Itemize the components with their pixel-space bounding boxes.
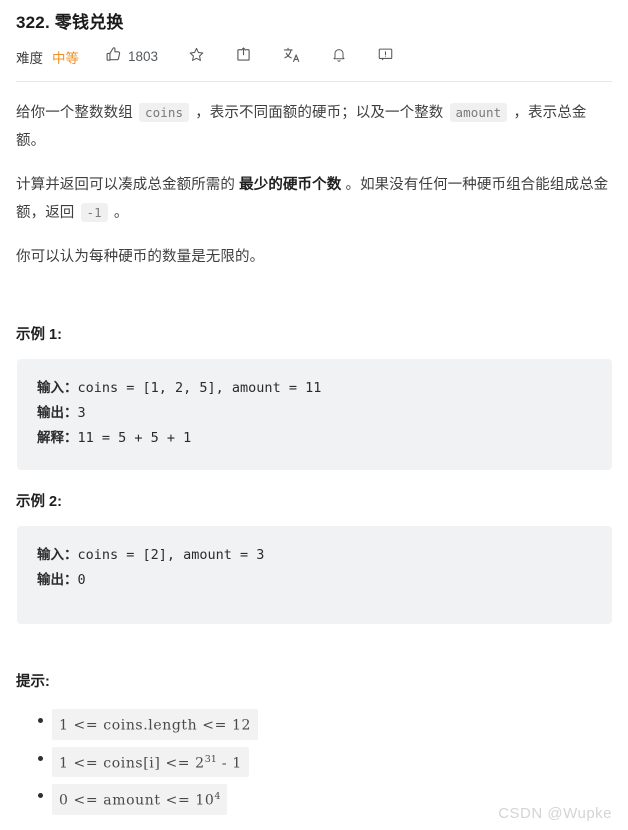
- constraints-list: 1 <= coins.length <= 12 1 <= coins[i] <=…: [16, 709, 612, 815]
- difficulty-value[interactable]: 中等: [52, 47, 79, 67]
- share-icon: [235, 46, 252, 68]
- constraint-1-base: 1 <= coins[i] <= 2: [59, 755, 205, 772]
- translate-icon: [282, 46, 301, 69]
- constraint-0: 1 <= coins.length <= 12: [52, 709, 259, 740]
- star-icon: [188, 46, 205, 68]
- problem-content: 给你一个整数数组 coins ，表示不同面额的硬币；以及一个整数 amount …: [16, 82, 612, 815]
- desc-p1-text-a: 给你一个整数数组: [16, 105, 137, 121]
- thumbs-up-icon: [105, 46, 122, 68]
- constraint-1-tail: - 1: [216, 755, 242, 772]
- hints-section: 提示: 1 <= coins.length <= 12 1 <= coins[i…: [16, 672, 612, 815]
- constraint-2-base: 0 <= amount <= 10: [59, 792, 215, 809]
- example-2-line-0-value: coins = [2], amount = 3: [77, 547, 265, 563]
- list-item: 1 <= coins.length <= 12: [38, 709, 612, 740]
- desc-p1-text-b: ，表示不同面额的硬币；以及一个整数: [191, 105, 448, 121]
- hints-heading: 提示:: [16, 674, 50, 690]
- difficulty-label: 难度: [16, 51, 43, 66]
- feedback-icon: [377, 46, 394, 68]
- feedback-button[interactable]: [377, 44, 394, 70]
- example-1-line-0-label: 输入：: [37, 380, 78, 396]
- desc-p2-text-c: 。: [109, 205, 129, 221]
- inline-code-amount: amount: [449, 103, 508, 122]
- constraint-1-sup: 31: [204, 753, 217, 765]
- example-1-section: 示例 1: 输入：coins = [1, 2, 5], amount = 11 …: [16, 325, 612, 470]
- problem-page: 322. 零钱兑换 难度 中等 1803 给你一个整数数组 coins ，表示不…: [0, 0, 628, 830]
- description-paragraph-2: 计算并返回可以凑成总金额所需的 最少的硬币个数 。如果没有任何一种硬币组合能组成…: [16, 171, 612, 227]
- example-2-line-0-label: 输入：: [37, 547, 78, 563]
- watermark: CSDN @Wupke: [498, 805, 612, 822]
- subscribe-button[interactable]: [331, 44, 347, 70]
- example-1-line-2-label: 解释：: [37, 430, 78, 446]
- list-item: 1 <= coins[i] <= 231 - 1: [38, 746, 612, 778]
- constraint-1: 1 <= coins[i] <= 231 - 1: [52, 746, 249, 778]
- example-2-heading: 示例 2:: [16, 494, 62, 510]
- example-2-line-1-label: 输出：: [37, 572, 78, 588]
- example-2-section: 示例 2: 输入：coins = [2], amount = 3 输出：0: [16, 492, 612, 624]
- constraint-2: 0 <= amount <= 104: [52, 784, 228, 815]
- description-paragraph-3: 你可以认为每种硬币的数量是无限的。: [16, 249, 265, 265]
- example-1-code-block: 输入：coins = [1, 2, 5], amount = 11 输出：3 解…: [17, 359, 612, 470]
- example-1-line-0-value: coins = [1, 2, 5], amount = 11: [77, 380, 322, 396]
- page-title: 322. 零钱兑换: [16, 13, 124, 32]
- bell-icon: [331, 46, 347, 68]
- like-count: 1803: [128, 49, 159, 65]
- inline-code-coins: coins: [138, 103, 190, 122]
- example-1-line-1-label: 输出：: [37, 405, 78, 421]
- favorite-button[interactable]: [188, 44, 205, 70]
- desc-p2-text-a: 计算并返回可以凑成总金额所需的: [16, 177, 240, 193]
- example-1-heading: 示例 1:: [16, 327, 62, 343]
- example-2-line-1-value: 0: [77, 572, 86, 588]
- problem-meta-bar: 难度 中等 1803: [16, 40, 612, 74]
- constraint-0-base: 1 <= coins.length <= 12: [59, 717, 252, 734]
- example-1-line-2-value: 11 = 5 + 5 + 1: [77, 430, 192, 446]
- constraint-2-sup: 4: [214, 791, 221, 803]
- translate-button[interactable]: [282, 44, 301, 70]
- inline-code-minus-one: -1: [80, 203, 108, 222]
- share-button[interactable]: [235, 44, 252, 70]
- description-paragraph-1: 给你一个整数数组 coins ，表示不同面额的硬币；以及一个整数 amount …: [16, 99, 612, 155]
- example-1-line-1-value: 3: [77, 405, 86, 421]
- example-2-code-block: 输入：coins = [2], amount = 3 输出：0: [17, 526, 612, 624]
- like-button[interactable]: 1803: [105, 44, 158, 70]
- desc-p2-emphasis: 最少的硬币个数: [239, 177, 342, 193]
